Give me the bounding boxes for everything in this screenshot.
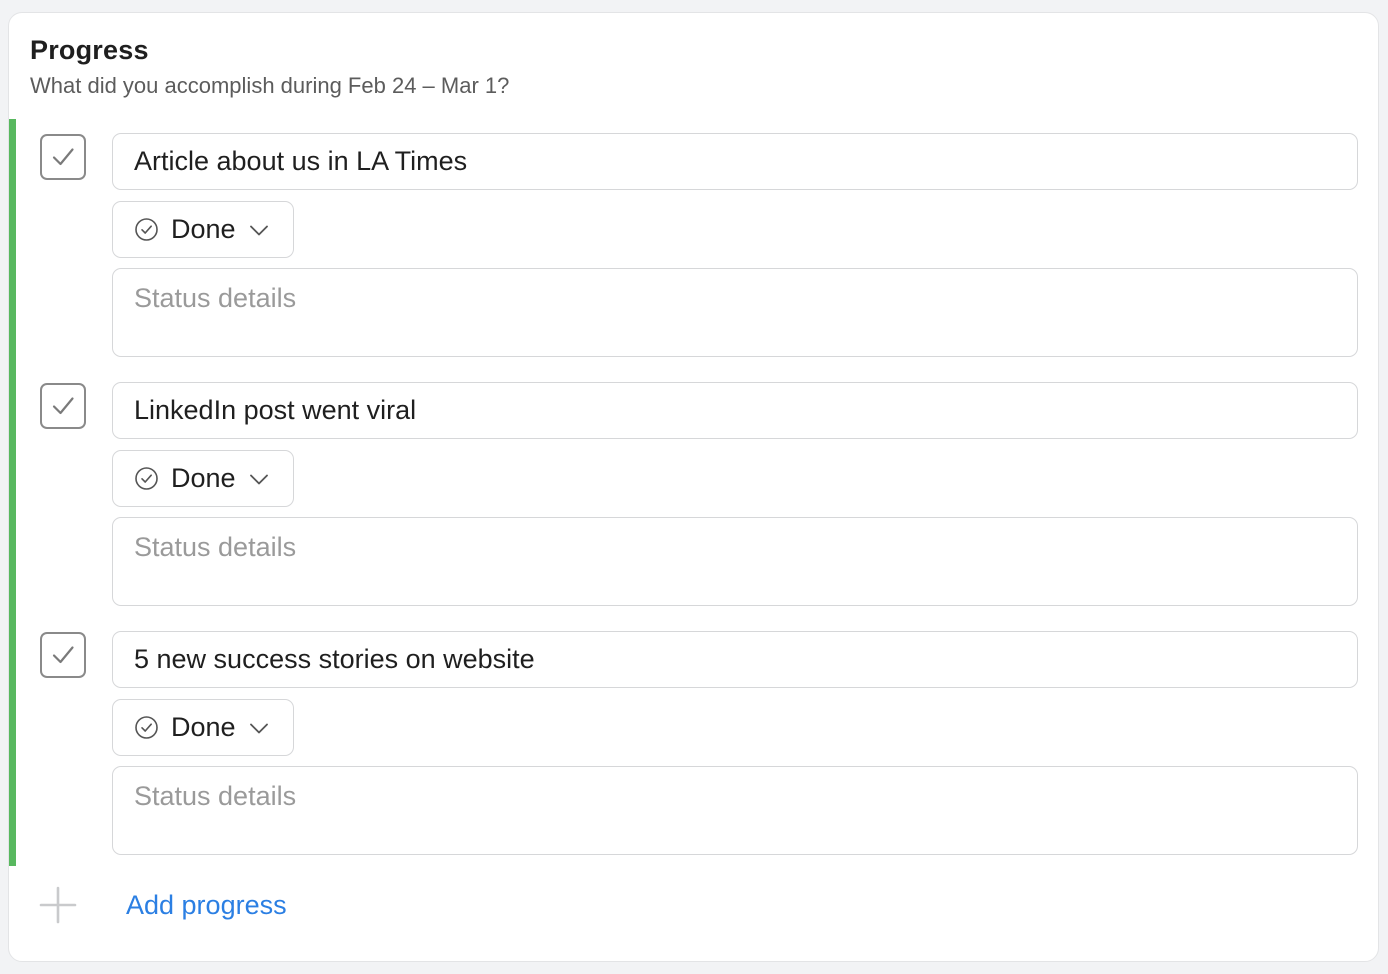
check-circle-icon	[134, 466, 159, 491]
status-label: Done	[171, 463, 236, 493]
check-circle-icon	[134, 715, 159, 740]
checkmark-icon	[52, 646, 74, 664]
checkmark-icon	[52, 148, 74, 166]
progress-item: 5 new success stories on website Done St…	[9, 631, 1378, 880]
plus-icon[interactable]	[39, 886, 77, 924]
item-title-input[interactable]: LinkedIn post went viral	[112, 382, 1358, 439]
add-progress-row: Add progress	[9, 881, 1378, 931]
status-label: Done	[171, 712, 236, 742]
status-dropdown[interactable]: Done	[112, 450, 294, 507]
chevron-down-icon	[248, 717, 270, 739]
add-progress-link[interactable]: Add progress	[126, 890, 287, 921]
status-dropdown[interactable]: Done	[112, 201, 294, 258]
status-details-field[interactable]: Status details	[112, 268, 1358, 357]
item-checkbox[interactable]	[40, 632, 86, 678]
progress-card: Progress What did you accomplish during …	[8, 12, 1379, 962]
section-subtitle: What did you accomplish during Feb 24 – …	[30, 73, 510, 98]
section-title: Progress	[30, 35, 149, 65]
status-details-field[interactable]: Status details	[112, 517, 1358, 606]
status-label: Done	[171, 214, 236, 244]
chevron-down-icon	[248, 468, 270, 490]
check-circle-icon	[134, 217, 159, 242]
status-details-field[interactable]: Status details	[112, 766, 1358, 855]
checkmark-icon	[52, 397, 74, 415]
item-checkbox[interactable]	[40, 383, 86, 429]
item-title-input[interactable]: Article about us in LA Times	[112, 133, 1358, 190]
chevron-down-icon	[248, 219, 270, 241]
progress-item: Article about us in LA Times Done Status…	[9, 133, 1378, 382]
status-dropdown[interactable]: Done	[112, 699, 294, 756]
progress-item: LinkedIn post went viral Done Status det…	[9, 382, 1378, 631]
item-title-input[interactable]: 5 new success stories on website	[112, 631, 1358, 688]
item-checkbox[interactable]	[40, 134, 86, 180]
